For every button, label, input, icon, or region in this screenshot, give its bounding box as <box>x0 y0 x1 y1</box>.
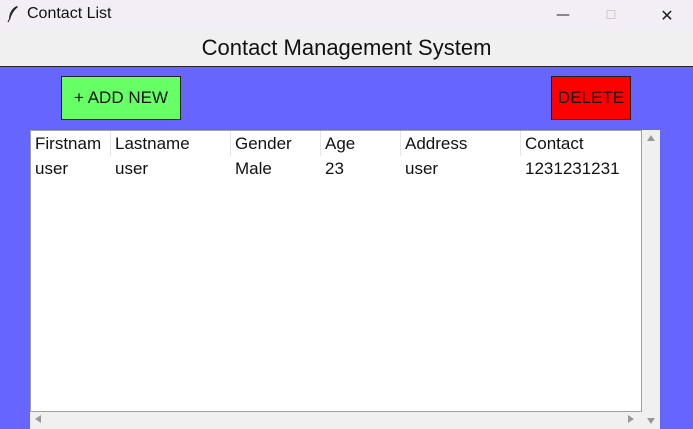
cell-address: user <box>405 159 439 178</box>
minimize-icon: — <box>556 7 570 23</box>
cell-lastname: user <box>115 159 149 178</box>
header-bar: Contact Management System <box>0 30 693 67</box>
minimize-button[interactable]: — <box>540 0 586 30</box>
column-header-gender[interactable]: Gender <box>231 131 321 156</box>
cell-age: 23 <box>325 159 344 178</box>
table-header-row: Firstnam Lastname Gender Age Address Con… <box>31 131 641 156</box>
contacts-table[interactable]: Firstnam Lastname Gender Age Address Con… <box>30 130 642 412</box>
column-header-age[interactable]: Age <box>321 131 401 156</box>
scroll-down-icon[interactable] <box>647 418 655 424</box>
column-header-address[interactable]: Address <box>401 131 521 156</box>
table-row[interactable]: user user Male 23 user 1231231231 <box>31 156 641 181</box>
delete-button[interactable]: DELETE <box>551 76 631 120</box>
vertical-scrollbar[interactable] <box>642 130 660 429</box>
cell-contact: 1231231231 <box>525 159 620 178</box>
add-new-button[interactable]: + ADD NEW <box>61 76 181 120</box>
horizontal-scrollbar[interactable] <box>30 412 642 429</box>
column-header-contact[interactable]: Contact <box>521 131 641 156</box>
column-header-lastname[interactable]: Lastname <box>111 131 231 156</box>
scroll-left-icon[interactable] <box>35 415 41 423</box>
maximize-button[interactable]: ☐ <box>588 0 634 30</box>
cell-gender: Male <box>235 159 272 178</box>
column-header-firstname[interactable]: Firstnam <box>31 131 111 156</box>
scroll-right-icon[interactable] <box>628 415 634 423</box>
page-title: Contact Management System <box>201 35 492 60</box>
cell-firstname: user <box>35 159 69 178</box>
scroll-up-icon[interactable] <box>647 135 655 141</box>
maximize-icon: ☐ <box>605 8 617 22</box>
close-icon: ✕ <box>660 5 674 25</box>
feather-icon <box>7 6 18 23</box>
close-button[interactable]: ✕ <box>644 0 690 30</box>
window-title: Contact List <box>27 5 112 22</box>
title-bar: Contact List — ☐ ✕ <box>0 0 693 30</box>
